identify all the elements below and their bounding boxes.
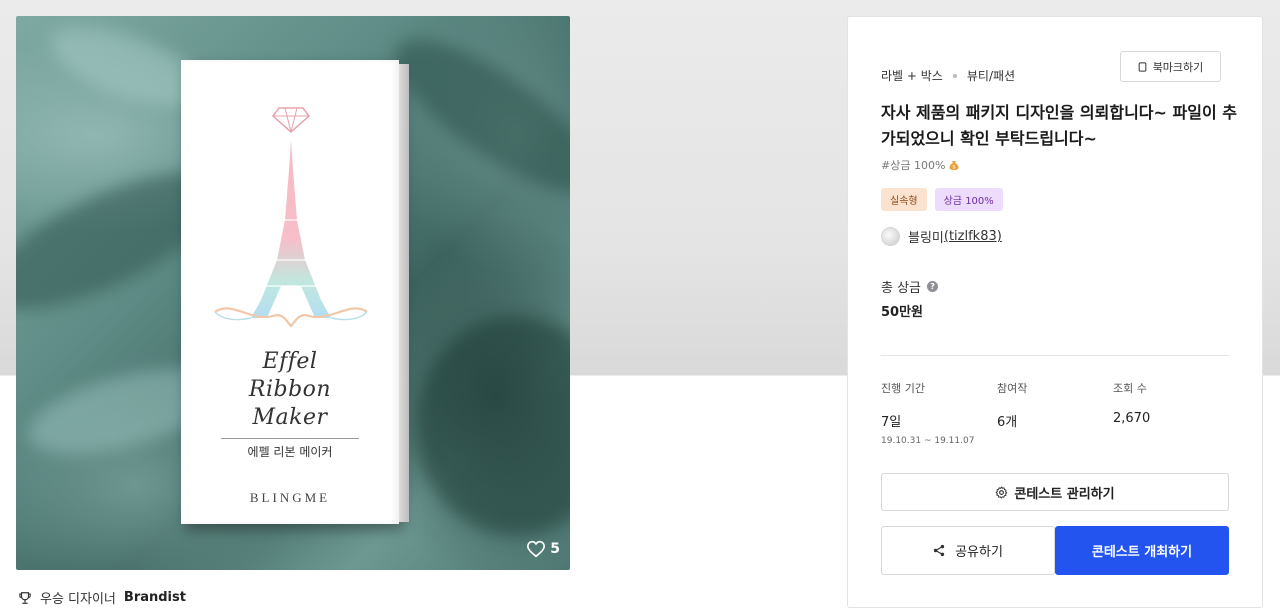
divider	[881, 355, 1229, 356]
stat-period-value: 7일	[881, 415, 902, 430]
bookmark-label: 북마크하기	[1152, 60, 1204, 74]
stat-views-label: 조회 수	[1113, 382, 1147, 395]
total-prize-value: 50만원	[881, 305, 924, 320]
contest-title: 자사 제품의 패키지 디자인을 의뢰합니다~ 파일이 추가되었으니 확인 부탁드…	[881, 103, 1237, 148]
host-name: 블링미	[908, 231, 944, 246]
product-package: Effel Ribbon Maker 에펠 리본 메이커 BLINGME	[181, 60, 409, 524]
question-icon[interactable]: ?	[927, 281, 939, 292]
category-main[interactable]: 라벨 + 박스	[881, 67, 943, 84]
category-breadcrumb: 라벨 + 박스 뷰티/패션	[881, 67, 1015, 84]
hashtag[interactable]: #상금 100% $	[881, 157, 960, 173]
share-icon	[933, 544, 945, 557]
trophy-icon	[19, 591, 31, 604]
category-sub[interactable]: 뷰티/패션	[967, 67, 1015, 84]
host-handle[interactable]: (tizlfk83)	[944, 229, 1002, 244]
category-separator	[952, 73, 957, 78]
badge-full-prize: 상금 100%	[934, 188, 1003, 211]
stat-entries-label: 참여작	[997, 382, 1028, 395]
stat-period: 진행 기간 7일 19.10.31 ~ 19.11.07	[881, 380, 974, 446]
badge-practical: 실속형	[881, 188, 927, 211]
stat-period-dates: 19.10.31 ~ 19.11.07	[881, 436, 975, 446]
fabric-fold	[416, 316, 570, 536]
gear-icon	[996, 485, 1008, 499]
badge-list: 실속형 상금 100%	[881, 188, 1003, 211]
bookmark-icon	[1138, 61, 1147, 72]
stat-entries-value: 6개	[997, 415, 1018, 430]
winner-designer: 우승 디자이너 Brandist	[18, 588, 186, 607]
money-bag-icon: $	[949, 161, 959, 171]
like-button[interactable]: 5	[526, 540, 560, 558]
product-brand: BLINGME	[249, 490, 331, 505]
open-contest-button[interactable]: 콘테스트 개최하기	[1055, 526, 1229, 575]
total-prize-label: 총 상금 ?	[881, 277, 939, 296]
product-subtitle: 에펠 리본 메이커	[221, 438, 359, 460]
host-profile[interactable]: 블링미 (tizlfk83)	[881, 227, 1002, 246]
stat-views: 조회 수 2,670	[1113, 380, 1150, 426]
stat-entries: 참여작 6개	[997, 380, 1027, 430]
product-title: Effel Ribbon Maker	[248, 349, 332, 430]
likes-count: 5	[550, 541, 560, 557]
stat-views-value: 2,670	[1113, 411, 1151, 426]
heart-icon	[527, 540, 546, 558]
manage-contest-label: 콘테스트 관리하기	[1014, 486, 1115, 502]
stat-period-label: 진행 기간	[881, 382, 925, 395]
contest-hero-image: Effel Ribbon Maker 에펠 리본 메이커 BLINGME 5	[16, 16, 570, 570]
bookmark-button[interactable]: 북마크하기	[1120, 51, 1221, 82]
avatar	[881, 227, 900, 246]
winner-name[interactable]: Brandist	[124, 590, 186, 605]
contest-stats: 진행 기간 7일 19.10.31 ~ 19.11.07 참여작 6개 조회 수…	[881, 380, 1229, 450]
contest-info-card: 라벨 + 박스 뷰티/패션 북마크하기 자사 제품의 패키지 디자인을 의뢰합니…	[847, 16, 1263, 608]
eiffel-tower-illustration	[214, 107, 368, 328]
share-label: 공유하기	[955, 545, 1003, 560]
manage-contest-button[interactable]: 콘테스트 관리하기	[881, 473, 1229, 511]
svg-text:$: $	[953, 165, 956, 171]
open-contest-label: 콘테스트 개최하기	[1091, 545, 1193, 560]
winner-label: 우승 디자이너	[40, 592, 116, 607]
share-button[interactable]: 공유하기	[881, 526, 1055, 575]
